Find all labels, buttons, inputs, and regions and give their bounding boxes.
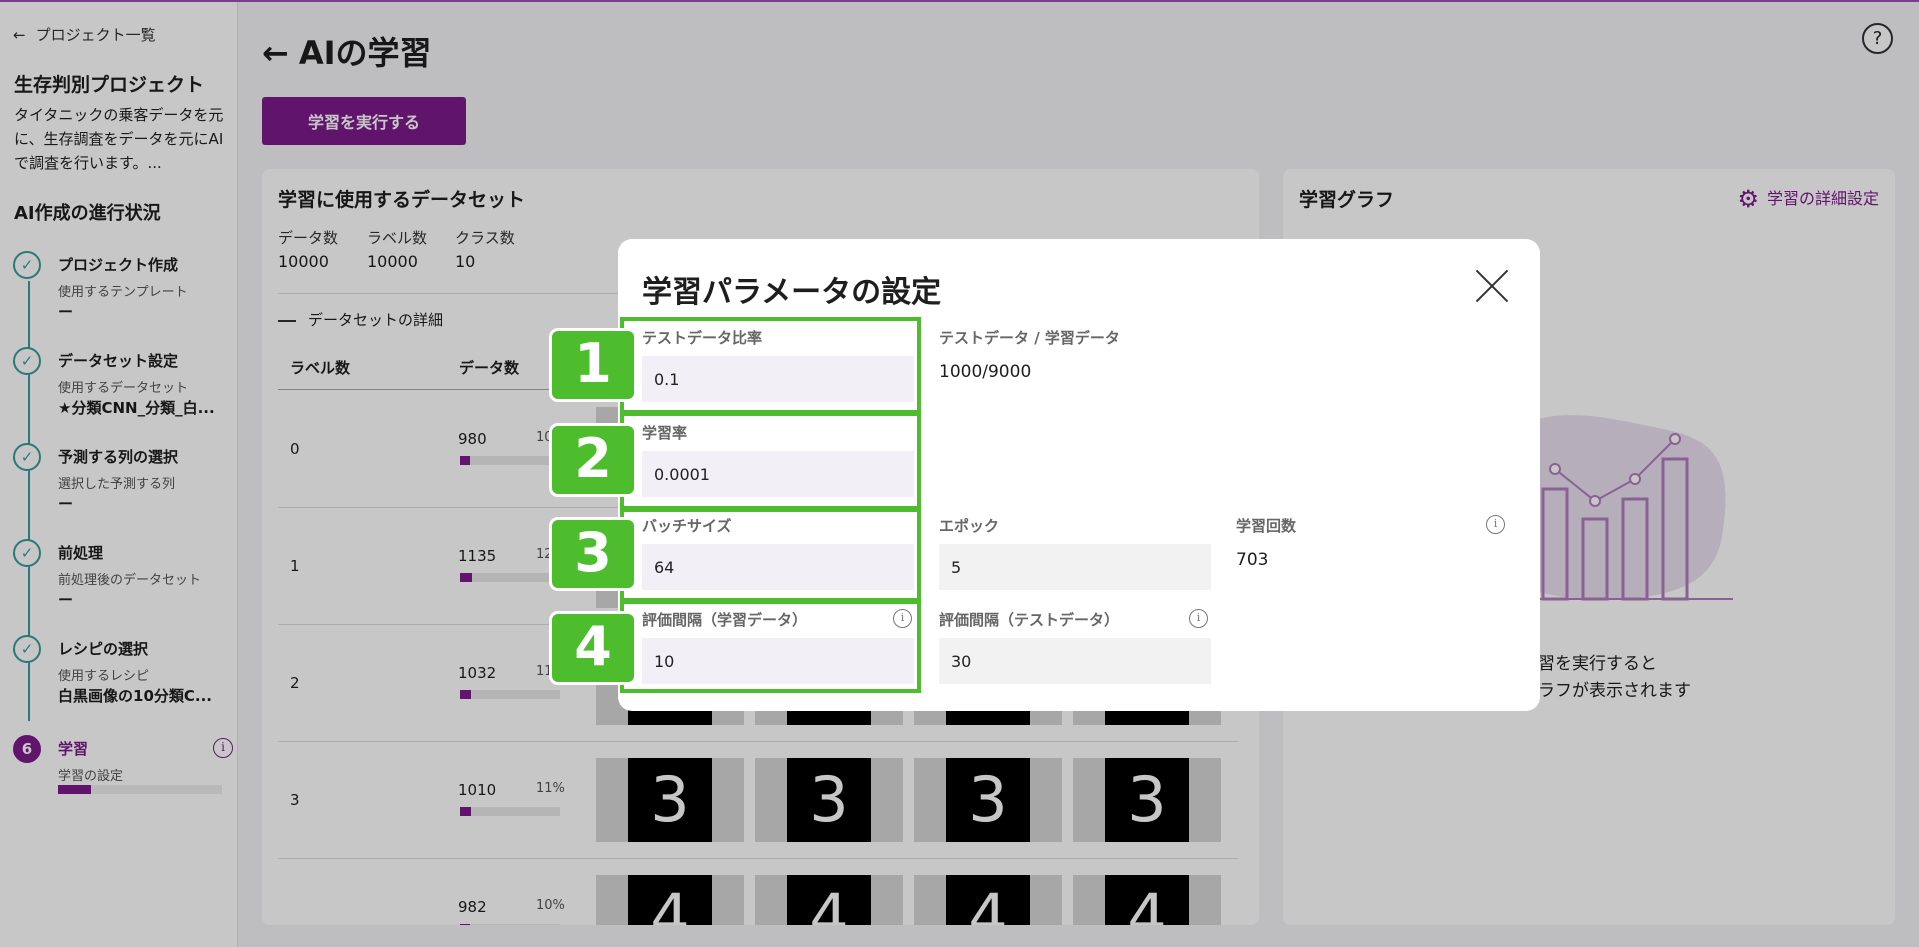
learning-rate-field: 学習率 — [642, 422, 914, 497]
annotation-badge-3: 3 — [549, 517, 637, 591]
learning-rate-input[interactable] — [642, 451, 914, 497]
top-accent-line — [0, 0, 1919, 2]
test-ratio-field: テストデータ比率 — [642, 327, 914, 402]
epoch-field: エポック — [939, 515, 1211, 590]
info-icon[interactable]: i — [1189, 609, 1208, 628]
eval-interval-test-input[interactable] — [939, 638, 1211, 684]
close-icon[interactable] — [1473, 268, 1509, 304]
split-display: テストデータ / 学習データ 1000/9000 — [939, 329, 1120, 382]
info-icon[interactable]: i — [1486, 515, 1505, 534]
iterations-display: 学習回数 703 — [1236, 517, 1297, 570]
info-icon[interactable]: i — [893, 609, 912, 628]
batch-size-field: バッチサイズ — [642, 515, 914, 590]
annotation-badge-2: 2 — [549, 423, 637, 497]
modal-title: 学習パラメータの設定 — [642, 275, 942, 310]
eval-interval-train-input[interactable] — [642, 638, 914, 684]
batch-size-input[interactable] — [642, 544, 914, 590]
eval-interval-test-field: 評価間隔（テストデータ） — [939, 609, 1211, 684]
eval-interval-train-field: 評価間隔（学習データ） — [642, 609, 914, 684]
test-ratio-input[interactable] — [642, 356, 914, 402]
annotation-badge-1: 1 — [549, 328, 637, 402]
epoch-input[interactable] — [939, 544, 1211, 590]
annotation-badge-4: 4 — [549, 611, 637, 685]
training-parameter-modal: 学習パラメータの設定 テストデータ比率 テストデータ / 学習データ 1000/… — [618, 239, 1540, 711]
